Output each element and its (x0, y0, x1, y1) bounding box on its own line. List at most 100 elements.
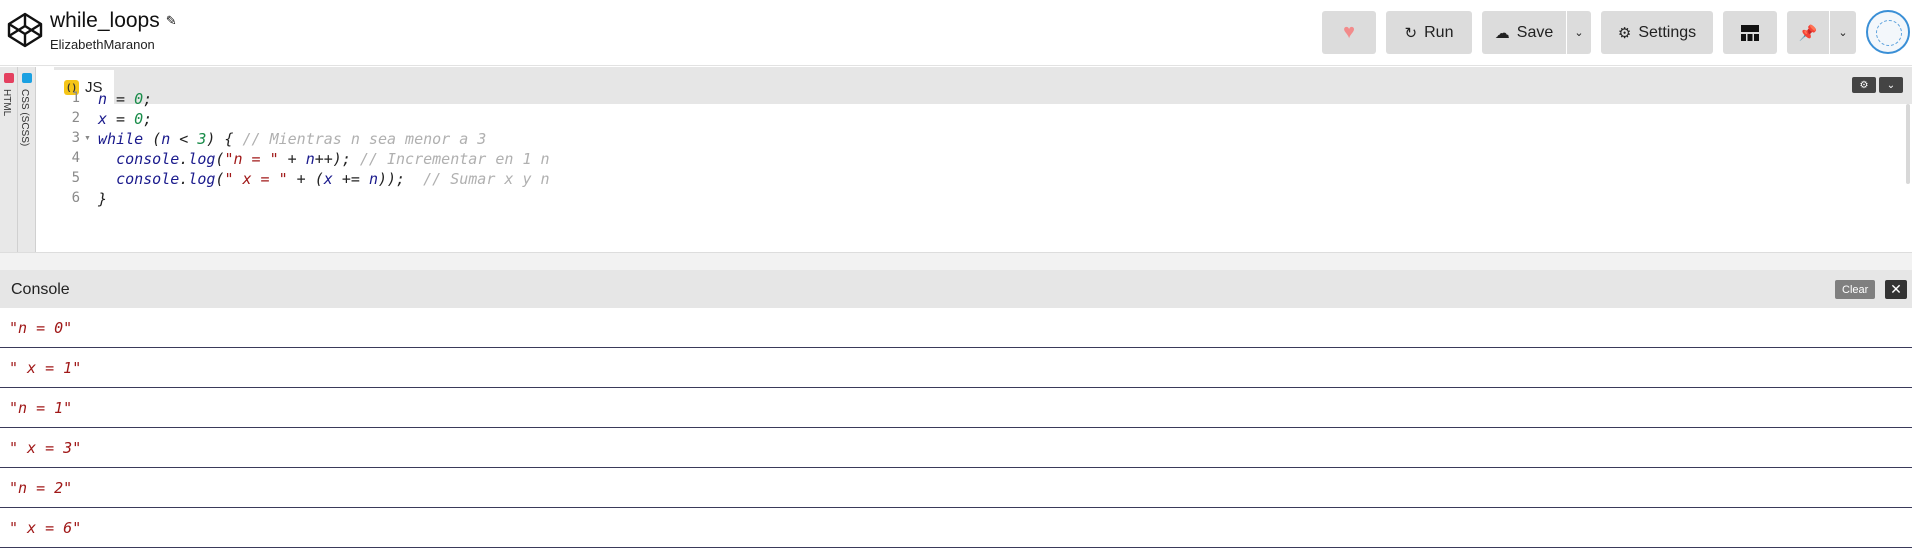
code-token: n (305, 150, 315, 168)
pin-button[interactable]: 📌 (1787, 11, 1829, 54)
run-button[interactable]: ↻ Run (1386, 11, 1472, 54)
chevron-down-icon: ⌄ (1574, 27, 1584, 39)
code-token: console (116, 170, 180, 188)
console-row: "n = 1" (0, 388, 1912, 428)
code-token: // Mientras n sea menor a 3 (242, 130, 487, 148)
console-row: "n = 2" (0, 468, 1912, 508)
line-number: 2 (71, 110, 80, 126)
console-row: " x = 3" (0, 428, 1912, 468)
line-number: 5 (71, 170, 80, 186)
line-number: 1 (71, 90, 80, 106)
console-row: " x = 6" (0, 508, 1912, 548)
pencil-icon[interactable]: ✎ (166, 13, 177, 29)
code-token: // Sumar x y n (423, 170, 550, 188)
save-options-button[interactable]: ⌄ (1567, 11, 1591, 54)
code-token: log (188, 170, 216, 188)
console-title: Console (11, 281, 70, 298)
close-icon: ✕ (1890, 281, 1902, 297)
console-output: "n = 0" " x = 1" "n = 1" " x = 3" "n = 2… (0, 308, 1912, 548)
html-editor-collapsed-tab[interactable]: HTML (0, 67, 18, 252)
code-token: ) { (206, 130, 243, 148)
code-token: + ( (287, 170, 324, 188)
code-token: // Incrementar en 1 n (359, 150, 550, 168)
code-token: += (332, 170, 369, 188)
refresh-icon: ↻ (1404, 24, 1418, 42)
code-token: ; (143, 110, 153, 128)
change-view-button[interactable] (1723, 11, 1777, 54)
chevron-down-icon: ⌄ (1838, 27, 1848, 39)
code-line[interactable]: n = 0; (98, 90, 152, 108)
code-token: = (107, 110, 135, 128)
code-token: x (98, 110, 108, 128)
code-token: console (116, 150, 180, 168)
pane-resize-handle[interactable] (0, 252, 1912, 270)
run-label: Run (1424, 23, 1454, 41)
code-token: < (170, 130, 198, 148)
line-number-gutter: 1 2 3 4 5 6 (54, 90, 80, 252)
codepen-logo-icon[interactable] (6, 11, 44, 49)
save-button[interactable]: ☁ Save (1482, 11, 1566, 54)
code-token: )); (377, 170, 424, 188)
code-token: x (323, 170, 333, 188)
console-row: " x = 1" (0, 348, 1912, 388)
code-line[interactable]: x = 0; (98, 110, 152, 128)
editor-collapse-button[interactable]: ⌄ (1879, 77, 1903, 93)
code-token: n (98, 90, 108, 108)
code-token: while (98, 130, 144, 148)
code-token: log (188, 150, 216, 168)
settings-label: Settings (1638, 23, 1697, 41)
heart-icon: ♥ (1343, 21, 1355, 43)
code-line[interactable]: console.log(" x = " + (x += n)); // Suma… (98, 170, 550, 188)
chevron-down-icon: ⌄ (1886, 79, 1896, 91)
editor-scrollbar[interactable] (1906, 104, 1910, 184)
pen-title[interactable]: while_loops ✎ (50, 8, 177, 34)
code-token: } (98, 190, 108, 208)
line-number: 3 (71, 130, 80, 146)
code-token: + (278, 150, 306, 168)
js-editor-header: ( ) JS ⚙ ⌄ (54, 67, 1912, 104)
console-header: Console Clear ✕ (0, 270, 1912, 308)
gear-icon: ⚙ (1859, 79, 1869, 91)
pen-title-block: while_loops ✎ ElizabethMaranon (50, 8, 177, 52)
code-token: . (179, 150, 189, 168)
pen-title-text[interactable]: while_loops (50, 9, 160, 33)
code-token: ; (143, 90, 153, 108)
line-number: 6 (71, 190, 80, 206)
css-editor-collapsed-tab[interactable]: CSS (SCSS) (18, 67, 36, 252)
code-token: . (179, 170, 189, 188)
console-close-button[interactable]: ✕ (1885, 280, 1907, 299)
code-token: n (368, 170, 378, 188)
code-token: 0 (134, 90, 144, 108)
css-badge-icon (22, 73, 32, 83)
console-clear-button[interactable]: Clear (1835, 280, 1876, 299)
html-tab-label: HTML (1, 89, 12, 117)
code-token: ++); (314, 150, 360, 168)
code-token: "n = " (224, 150, 279, 168)
line-number: 4 (71, 150, 80, 166)
html-badge-icon (4, 73, 14, 83)
gear-icon: ⚙ (1617, 24, 1632, 42)
pen-author[interactable]: ElizabethMaranon (50, 37, 177, 52)
code-token: 0 (134, 110, 144, 128)
settings-button[interactable]: ⚙ Settings (1601, 11, 1713, 54)
app-header: while_loops ✎ ElizabethMaranon ♥ ↻ Run ☁… (0, 0, 1912, 66)
code-line[interactable]: } (98, 190, 107, 208)
pin-icon: 📌 (1798, 24, 1818, 42)
fold-arrow-icon[interactable]: ▼ (84, 135, 91, 142)
code-line[interactable]: console.log("n = " + n++); // Incrementa… (98, 150, 550, 168)
layout-icon (1741, 24, 1759, 41)
css-tab-label: CSS (SCSS) (19, 89, 30, 147)
code-token: n (161, 130, 171, 148)
code-token: " x = " (224, 170, 288, 188)
js-code-editor[interactable]: 1 2 3 4 5 6 ▼ n = 0; x = 0; while (n < 3) … (54, 90, 1912, 252)
code-token: ( (143, 130, 162, 148)
cloud-icon: ☁ (1494, 24, 1510, 42)
pin-options-button[interactable]: ⌄ (1830, 11, 1856, 54)
heart-button[interactable]: ♥ (1322, 11, 1376, 54)
editor-settings-button[interactable]: ⚙ (1852, 77, 1876, 93)
save-label: Save (1516, 23, 1554, 41)
code-line[interactable]: while (n < 3) { // Mientras n sea menor … (98, 130, 486, 148)
user-avatar[interactable] (1866, 10, 1910, 54)
